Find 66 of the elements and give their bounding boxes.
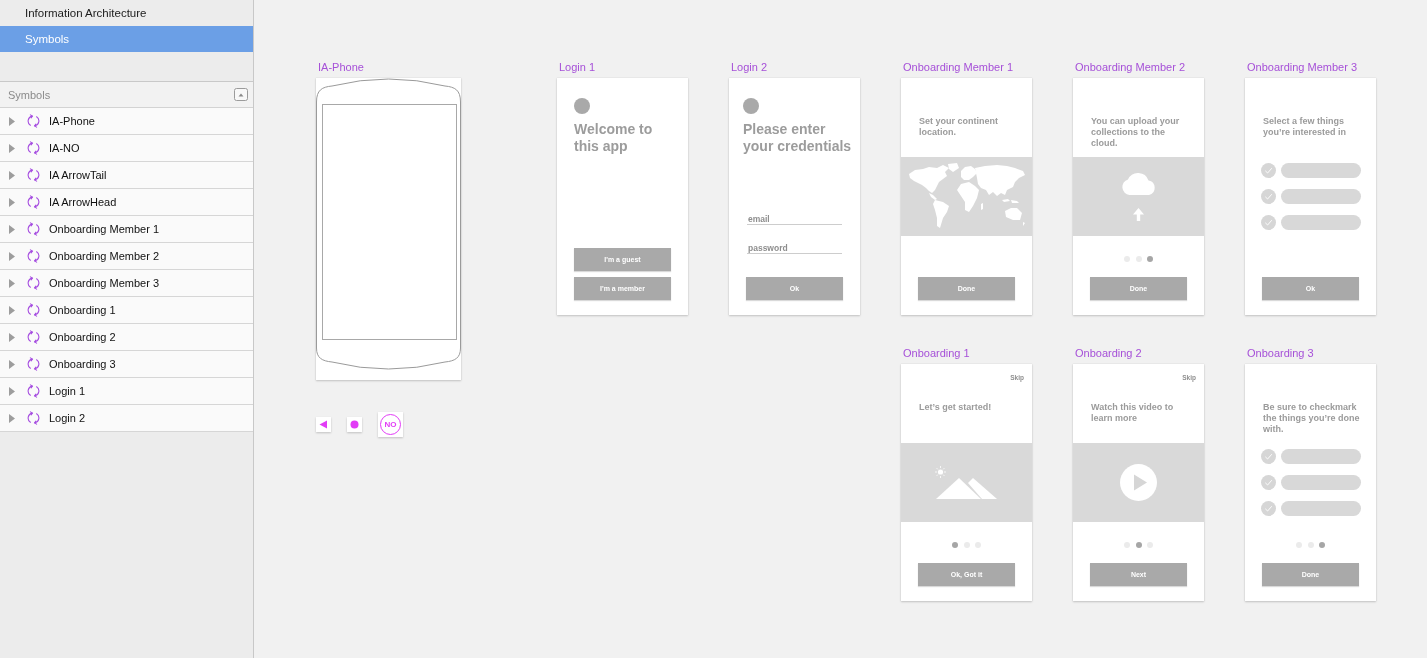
artboard-title[interactable]: Onboarding 3 [1247,347,1314,359]
disclosure-triangle-icon[interactable] [9,278,15,288]
artboard-title[interactable]: Onboarding Member 3 [1247,61,1358,73]
disclosure-triangle-icon[interactable] [9,413,15,423]
circular-arrows-icon [27,168,40,182]
artboard-title[interactable]: Login 1 [559,61,596,73]
circular-arrows-icon [27,114,40,128]
heading: Please enter your credentials [743,121,853,155]
circular-arrows-icon [27,384,40,398]
play-icon [1120,464,1157,501]
layer-item[interactable]: Onboarding 3 [0,351,253,378]
disclosure-triangle-icon[interactable] [9,305,15,315]
page-item[interactable]: Information Architecture [0,0,253,26]
disclosure-triangle-icon[interactable] [9,224,15,234]
circular-arrows-icon [27,276,40,290]
heading: Welcome to this app [574,121,654,155]
disclosure-triangle-icon[interactable] [9,332,15,342]
circle-placeholder-icon [574,98,590,114]
body-text: You can upload your collections to the cloud. [1091,116,1181,149]
collapse-panel-icon[interactable] [234,88,248,101]
circular-arrows-icon [27,411,40,425]
artboard-title[interactable]: Onboarding Member 2 [1075,61,1186,73]
disclosure-triangle-icon[interactable] [9,116,15,126]
circular-arrows-icon [27,303,40,317]
disclosure-triangle-icon[interactable] [9,143,15,153]
artboard-title[interactable]: Login 2 [731,61,768,73]
input-field[interactable]: password [747,242,842,254]
body-text: Watch this video to learn more [1091,402,1175,424]
panel-title: Symbols [8,88,51,101]
layer-item[interactable]: Onboarding 1 [0,297,253,324]
dot-icon [347,417,362,432]
circular-arrows-icon [27,195,40,209]
layer-item[interactable]: Onboarding Member 2 [0,243,253,270]
circular-arrows-icon [27,249,40,263]
body-text: Select a few things you’re interested in [1263,116,1348,138]
layer-item[interactable]: Onboarding Member 1 [0,216,253,243]
layer-item[interactable]: Login 1 [0,378,253,405]
circular-arrows-icon [27,222,40,236]
artboard-title[interactable]: Onboarding Member 1 [903,61,1014,73]
artboard-title[interactable]: Onboarding 2 [1075,347,1142,359]
artboard-title[interactable]: IA-Phone [318,61,364,73]
landscape-icon [934,465,999,500]
disclosure-triangle-icon[interactable] [9,359,15,369]
body-text: Set your continent location. [919,116,999,138]
artboard-title[interactable]: Onboarding 1 [903,347,970,359]
cloud-icon [1120,172,1157,195]
up-arrow-icon [1133,208,1144,221]
circle-placeholder-icon [743,98,759,114]
disclosure-triangle-icon[interactable] [9,386,15,396]
layer-item[interactable]: Onboarding 2 [0,324,253,351]
input-field[interactable]: email [747,213,842,225]
disclosure-triangle-icon[interactable] [9,251,15,261]
circular-arrows-icon [27,357,40,371]
disclosure-triangle-icon[interactable] [9,170,15,180]
layer-item[interactable]: IA-Phone [0,108,253,135]
body-text: Let’s get started! [919,402,993,413]
layer-item[interactable]: IA-NO [0,135,253,162]
layer-item[interactable]: IA ArrowTail [0,162,253,189]
layer-item[interactable]: IA ArrowHead [0,189,253,216]
disclosure-triangle-icon[interactable] [9,197,15,207]
layer-item[interactable]: Login 2 [0,405,253,432]
circular-arrows-icon [27,330,40,344]
circular-arrows-icon [27,141,40,155]
body-text: Be sure to checkmark the things you’re done with. [1263,402,1361,435]
layer-item[interactable]: Onboarding Member 3 [0,270,253,297]
page-item[interactable]: Symbols [0,26,253,52]
